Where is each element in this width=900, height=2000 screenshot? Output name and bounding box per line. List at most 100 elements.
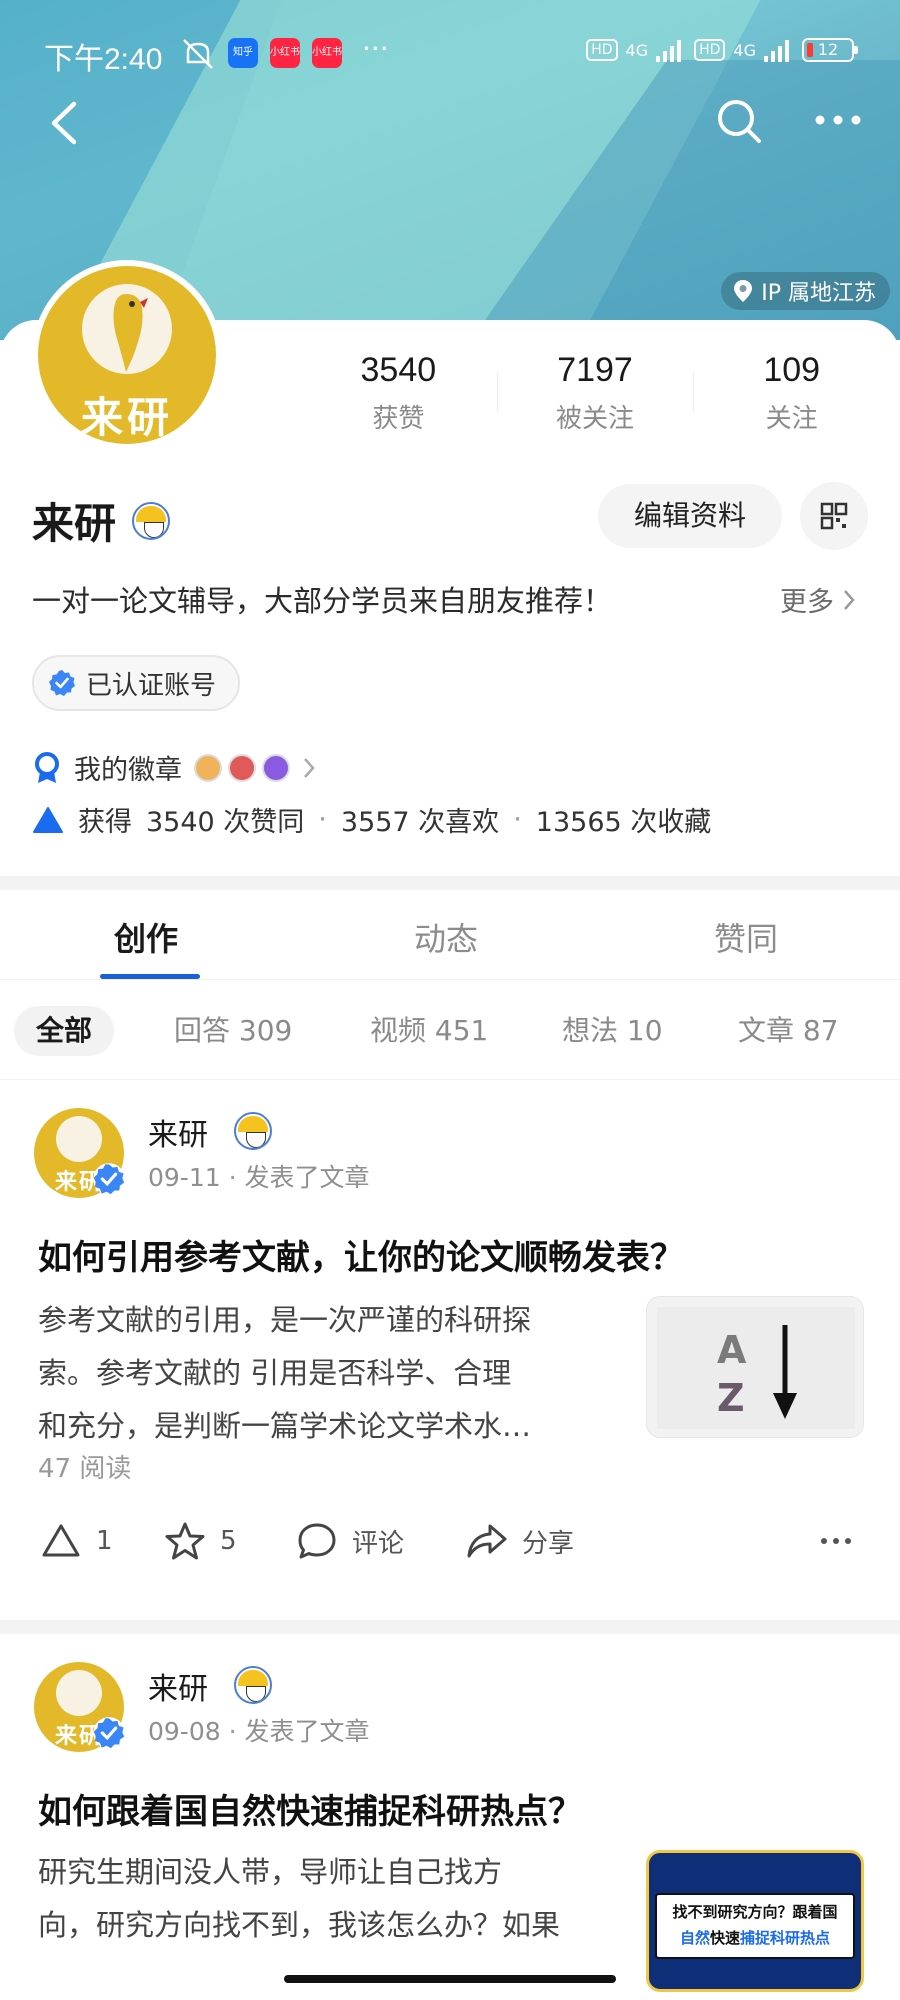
upvote-triangle-icon: [33, 806, 63, 833]
post-meta: 09-08 · 发表了文章: [148, 1712, 370, 1748]
post-excerpt[interactable]: 研究生期间没人带，导师让自己找方 向，研究方向找不到，我该怎么办？如果: [38, 1846, 618, 1952]
upvote-icon: [42, 1524, 80, 1557]
post-meta: 09-11 · 发表了文章: [148, 1158, 370, 1194]
subtab-thoughts[interactable]: 想法 10: [562, 1006, 663, 1056]
post-author-name[interactable]: 来研: [148, 1110, 208, 1154]
tab-activity[interactable]: 动态: [414, 914, 478, 960]
subtab-answers[interactable]: 回答 309: [174, 1006, 292, 1056]
user-badge-icon: [234, 1112, 272, 1150]
summary-collects: 13565 次收藏: [535, 807, 712, 838]
profile-bio: 一对一论文辅导，大部分学员来自朋友推荐！: [32, 584, 613, 618]
post-action: 发表了文章: [244, 1163, 370, 1192]
stat-label: 被关注: [556, 404, 635, 434]
more-icon[interactable]: [808, 100, 868, 140]
medal-icon: [35, 751, 59, 783]
thumbnail-text-line2: 自然快速捕捉科研热点: [657, 1925, 853, 1951]
my-badges-row[interactable]: 我的徽章: [32, 748, 316, 787]
stat-following[interactable]: 109 关注: [693, 348, 890, 438]
sort-az-icon: A Z: [657, 1307, 855, 1429]
post-author-name[interactable]: 来研: [148, 1664, 208, 1708]
status-right: HD 4G HD 4G 12: [586, 38, 858, 62]
post-thumbnail[interactable]: A Z: [646, 1296, 864, 1438]
badges-label: 我的徽章: [74, 755, 182, 786]
tab-creation[interactable]: 创作: [114, 914, 178, 960]
tab-upvoted[interactable]: 赞同: [714, 914, 778, 960]
badge-eye-icon: [194, 753, 222, 782]
feed-post[interactable]: 来研 来研 09-11 · 发表了文章 如何引用参考文献，让你的论文顺畅发表？ …: [0, 1080, 900, 1600]
signal-icon: [764, 40, 789, 62]
user-badge-icon: [234, 1666, 272, 1704]
summary-favs: 3557 次喜欢: [340, 807, 500, 838]
bio-more-link[interactable]: 更多: [780, 580, 856, 619]
share-label: 分享: [522, 1528, 575, 1559]
verified-label: 已认证账号: [86, 670, 217, 701]
section-divider: [0, 1620, 900, 1634]
separator: ·: [513, 804, 522, 835]
post-action-bar: 1 5 评论 分享: [0, 1506, 900, 1576]
battery-indicator: 12: [802, 38, 858, 62]
chevron-right-icon: [304, 757, 315, 778]
profile-name: 来研: [32, 499, 117, 548]
edit-profile-button[interactable]: 编辑资料: [598, 484, 782, 548]
post-thumbnail[interactable]: 找不到研究方向？跟着国 自然快速捕捉科研热点: [646, 1850, 864, 1992]
qr-code-icon: [820, 502, 848, 530]
section-divider: [0, 876, 900, 890]
svg-text:Z: Z: [717, 1376, 745, 1420]
hd-badge: HD: [694, 39, 726, 61]
content-filter-tabs: 全部 回答 309 视频 451 想法 10 文章 87: [0, 980, 900, 1080]
search-icon[interactable]: [714, 96, 764, 146]
signal-label: 4G: [733, 40, 756, 60]
verified-check-icon: [49, 670, 75, 696]
post-date: 09-08: [148, 1717, 221, 1746]
profile-avatar[interactable]: 来研: [32, 260, 222, 450]
summary-prefix: 获得: [78, 807, 132, 838]
verified-account-badge[interactable]: 已认证账号: [32, 655, 241, 711]
content-tabs: 创作 动态 赞同: [0, 890, 900, 980]
back-icon[interactable]: [44, 98, 88, 148]
post-excerpt[interactable]: 参考文献的引用，是一次严谨的科研探 索。参考文献的 引用是否科学、合理 和充分，…: [38, 1294, 618, 1453]
status-time: 下午2:40: [44, 43, 163, 76]
badge-pen-icon: [262, 753, 290, 782]
comment-button[interactable]: 评论: [296, 1506, 404, 1576]
stat-label: 获赞: [372, 404, 425, 434]
feed-post[interactable]: 来研 来研 09-08 · 发表了文章 如何跟着国自然快速捕捉科研热点？ 研究生…: [0, 1634, 900, 2000]
subtab-videos[interactable]: 视频 451: [370, 1006, 488, 1056]
subtab-articles[interactable]: 文章 87: [738, 1006, 839, 1056]
chevron-right-icon: [844, 589, 855, 610]
comment-label: 评论: [352, 1528, 405, 1559]
post-title[interactable]: 如何跟着国自然快速捕捉科研热点？: [38, 1784, 582, 1833]
excerpt-line: 参考文献的引用，是一次严谨的科研探: [38, 1303, 532, 1337]
excerpt-line: 索。参考文献的 引用是否科学、合理: [38, 1356, 512, 1390]
comment-icon: [298, 1523, 336, 1559]
home-indicator[interactable]: [284, 1975, 616, 1983]
ip-location-tag: IP 属地江苏: [721, 272, 890, 310]
share-button[interactable]: 分享: [466, 1506, 574, 1576]
subtab-all[interactable]: 全部: [14, 1006, 115, 1056]
user-badge-icon[interactable]: [132, 501, 171, 540]
parrot-logo-icon: [113, 294, 148, 372]
more-icon[interactable]: [816, 1506, 856, 1576]
more-label: 更多: [780, 587, 834, 618]
post-read-count: 47 阅读: [38, 1454, 132, 1484]
upvote-button[interactable]: 1: [40, 1506, 113, 1576]
share-icon: [467, 1524, 507, 1558]
stat-followers[interactable]: 7197 被关注: [496, 348, 694, 438]
status-bar: 下午2:40 知乎 小红书 小红书 ··· HD 4G HD 4G 12: [0, 28, 900, 78]
signal-label: 4G: [625, 40, 649, 60]
svg-text:A: A: [717, 1328, 747, 1372]
star-icon: [165, 1522, 205, 1560]
mute-icon: [183, 39, 213, 69]
excerpt-line: 和充分，是判断一篇学术论文学术水…: [38, 1409, 532, 1443]
upvote-count: 1: [96, 1526, 113, 1556]
separator: ·: [318, 804, 327, 835]
avatar-text: 来研: [80, 393, 173, 442]
stat-likes[interactable]: 3540 获赞: [300, 348, 497, 438]
verified-check-icon: [93, 1163, 125, 1195]
favorite-button[interactable]: 5: [164, 1506, 237, 1576]
post-action: 发表了文章: [244, 1717, 370, 1746]
profile-stats: 3540 获赞 7197 被关注 109 关注: [300, 348, 890, 438]
post-title[interactable]: 如何引用参考文献，让你的论文顺畅发表？: [38, 1230, 684, 1279]
status-more: ···: [362, 32, 389, 65]
active-tab-indicator: [100, 974, 200, 979]
qr-code-button[interactable]: [800, 482, 868, 550]
